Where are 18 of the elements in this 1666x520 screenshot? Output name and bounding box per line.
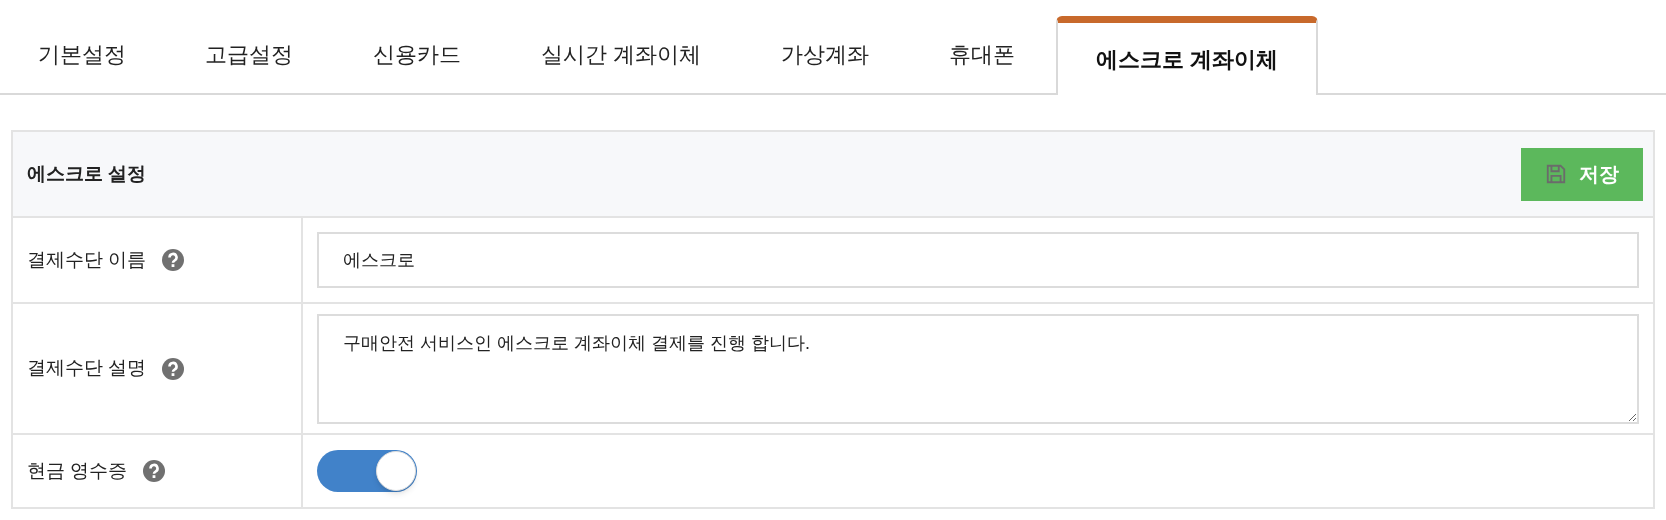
field-label: 결제수단 이름 bbox=[27, 247, 147, 272]
help-icon[interactable] bbox=[162, 249, 185, 271]
tab[interactable]: 고급설정 bbox=[164, 16, 334, 93]
name-field[interactable]: 에스크로 bbox=[317, 232, 1639, 288]
tab[interactable]: 신용카드 bbox=[334, 16, 500, 93]
field-label: 결제수단 설명 bbox=[27, 356, 147, 381]
toggle-switch[interactable] bbox=[317, 450, 417, 492]
help-icon[interactable] bbox=[162, 357, 185, 380]
description-field[interactable]: 구매안전 서비스인 에스크로 계좌이체 결제를 진행 합니다. bbox=[317, 313, 1639, 424]
panel-title: 에스크로 설정 bbox=[27, 161, 147, 186]
tab[interactable]: 에스크로 계좌이체 bbox=[1056, 16, 1318, 95]
tab[interactable]: 실시간 계좌이체 bbox=[500, 16, 742, 93]
save-icon bbox=[1545, 163, 1567, 185]
tab[interactable]: 가상계좌 bbox=[742, 16, 908, 93]
help-icon[interactable] bbox=[143, 460, 166, 482]
tab[interactable]: 기본설정 bbox=[0, 16, 164, 93]
field-label: 현금 영수증 bbox=[27, 458, 128, 483]
tab[interactable]: 휴대폰 bbox=[908, 16, 1056, 93]
